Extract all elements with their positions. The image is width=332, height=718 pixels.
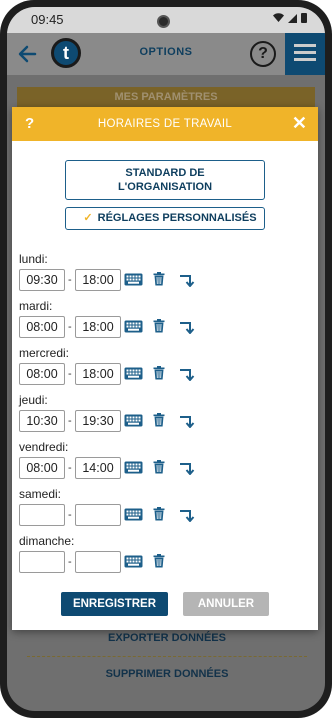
- save-button[interactable]: ENREGISTRER: [61, 592, 168, 616]
- day-label-dimanche: dimanche:: [19, 534, 75, 548]
- start-time-input-vendredi[interactable]: 08:00: [19, 457, 65, 479]
- day-label-mardi: mardi:: [19, 299, 53, 313]
- dialog-header: ? HORAIRES DE TRAVAIL ✕: [12, 107, 318, 141]
- status-icons: [273, 13, 307, 23]
- keyboard-icon[interactable]: [124, 555, 143, 568]
- signal-icon: [288, 13, 297, 23]
- day-label-samedi: samedi:: [19, 487, 62, 501]
- end-time-input-mardi[interactable]: 18:00: [75, 316, 121, 338]
- status-time: 09:45: [31, 12, 64, 27]
- organization-standard-button[interactable]: STANDARD DE L'ORGANISATION: [65, 160, 265, 200]
- standard-line-2: L'ORGANISATION: [117, 181, 213, 193]
- trash-icon[interactable]: [153, 554, 165, 568]
- trash-icon[interactable]: [153, 366, 165, 380]
- export-data-button[interactable]: EXPORTER DONNÉES: [27, 632, 307, 644]
- time-separator: -: [68, 462, 72, 474]
- divider: [27, 656, 307, 657]
- day-label-lundi: lundi:: [19, 252, 48, 266]
- wifi-icon: [273, 13, 284, 22]
- hamburger-line: [294, 58, 316, 61]
- status-bar: 09:45: [7, 7, 325, 33]
- end-time-input-vendredi[interactable]: 14:00: [75, 457, 121, 479]
- end-time-input-jeudi[interactable]: 19:30: [75, 410, 121, 432]
- time-separator: -: [68, 556, 72, 568]
- camera-icon: [157, 15, 170, 28]
- menu-button[interactable]: [285, 33, 325, 75]
- keyboard-icon[interactable]: [124, 320, 143, 333]
- keyboard-icon[interactable]: [124, 367, 143, 380]
- start-time-input-dimanche[interactable]: [19, 551, 65, 573]
- start-time-input-mercredi[interactable]: 08:00: [19, 363, 65, 385]
- standard-line-1: STANDARD DE: [125, 167, 205, 179]
- delete-data-button[interactable]: SUPPRIMER DONNÉES: [27, 668, 307, 680]
- trash-icon[interactable]: [153, 413, 165, 427]
- time-separator: -: [68, 415, 72, 427]
- hamburger-icon: [294, 44, 316, 47]
- start-time-input-samedi[interactable]: [19, 504, 65, 526]
- close-icon[interactable]: ✕: [292, 113, 307, 134]
- trash-icon[interactable]: [153, 460, 165, 474]
- trash-icon[interactable]: [153, 507, 165, 521]
- keyboard-icon[interactable]: [124, 461, 143, 474]
- end-time-input-samedi[interactable]: [75, 504, 121, 526]
- time-separator: -: [68, 274, 72, 286]
- time-separator: -: [68, 368, 72, 380]
- keyboard-icon[interactable]: [124, 414, 143, 427]
- hamburger-line: [294, 51, 316, 54]
- copy-down-icon[interactable]: [179, 509, 195, 523]
- end-time-input-mercredi[interactable]: 18:00: [75, 363, 121, 385]
- end-time-input-lundi[interactable]: 18:00: [75, 269, 121, 291]
- screen: 09:45 t OPTIONS ? MES PARAMÈTRES EXPORTE…: [7, 7, 325, 711]
- battery-icon: [301, 13, 307, 23]
- app-header: t OPTIONS ?: [7, 33, 325, 75]
- start-time-input-mardi[interactable]: 08:00: [19, 316, 65, 338]
- start-time-input-jeudi[interactable]: 10:30: [19, 410, 65, 432]
- time-separator: -: [68, 509, 72, 521]
- keyboard-icon[interactable]: [124, 508, 143, 521]
- keyboard-icon[interactable]: [124, 273, 143, 286]
- help-button[interactable]: ?: [250, 41, 276, 67]
- dialog-title: HORAIRES DE TRAVAIL: [97, 118, 233, 130]
- phone-frame: 09:45 t OPTIONS ? MES PARAMÈTRES EXPORTE…: [0, 0, 332, 718]
- trash-icon[interactable]: [153, 319, 165, 333]
- page-title: OPTIONS: [139, 46, 193, 58]
- custom-settings-label: RÉGLAGES PERSONNALISÉS: [97, 212, 257, 224]
- end-time-input-dimanche[interactable]: [75, 551, 121, 573]
- copy-down-icon[interactable]: [179, 368, 195, 382]
- copy-down-icon[interactable]: [179, 462, 195, 476]
- day-label-mercredi: mercredi:: [19, 346, 70, 360]
- time-separator: -: [68, 321, 72, 333]
- day-label-vendredi: vendredi:: [19, 440, 69, 454]
- day-label-jeudi: jeudi:: [19, 393, 48, 407]
- trash-icon[interactable]: [153, 272, 165, 286]
- work-hours-dialog: ? HORAIRES DE TRAVAIL ✕ STANDARD DE L'OR…: [12, 107, 318, 630]
- copy-down-icon[interactable]: [179, 274, 195, 288]
- check-icon: ✓: [83, 212, 93, 224]
- copy-down-icon[interactable]: [179, 321, 195, 335]
- copy-down-icon[interactable]: [179, 415, 195, 429]
- custom-settings-button[interactable]: ✓ RÉGLAGES PERSONNALISÉS: [65, 207, 265, 230]
- cancel-button[interactable]: ANNULER: [183, 592, 269, 616]
- start-time-input-lundi[interactable]: 09:30: [19, 269, 65, 291]
